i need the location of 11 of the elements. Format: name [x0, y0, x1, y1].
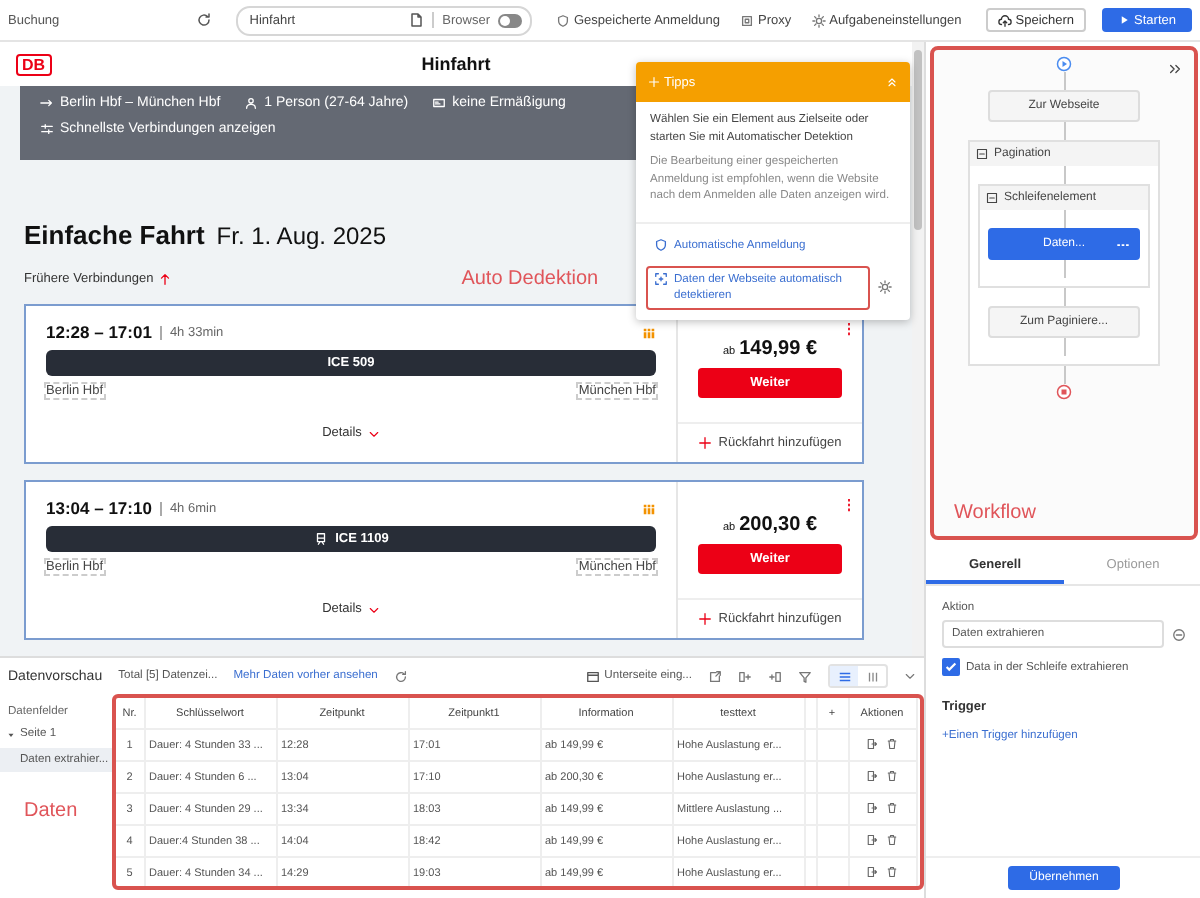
annotation-label: Daten: [24, 800, 80, 822]
time-range: 13:04 – 17:10: [46, 498, 152, 518]
annotation-label: Auto Dedektion: [461, 267, 599, 290]
trip-date: Fr. 1. Aug. 2025: [216, 221, 387, 250]
trip-heading: Einfache Fahrt: [24, 219, 205, 250]
price: 200,30 €: [739, 514, 818, 536]
price: 149,99 €: [739, 338, 818, 360]
annotation-label: Workflow: [954, 502, 1036, 524]
page-heading: Hinfahrt: [421, 54, 491, 75]
time-range: 12:28 – 17:01: [46, 322, 152, 342]
db-logo[interactable]: DB: [16, 53, 52, 76]
